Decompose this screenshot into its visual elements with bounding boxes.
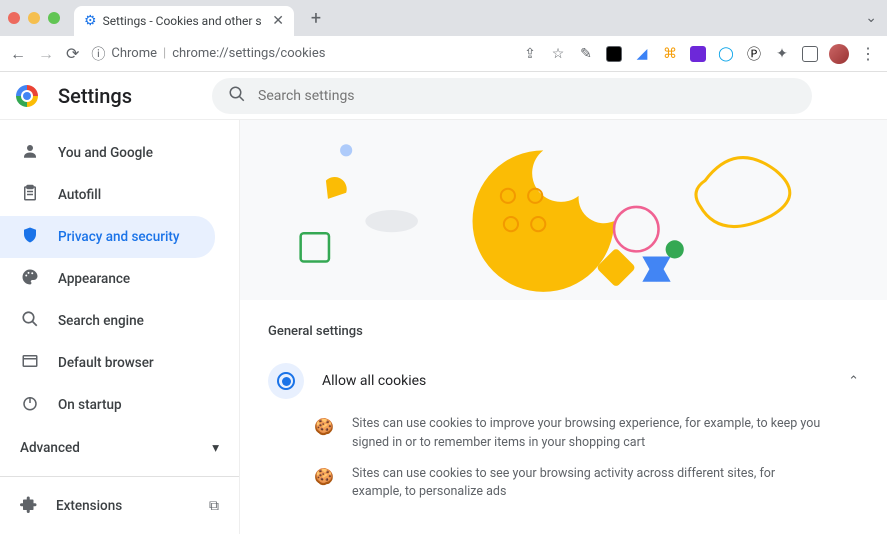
sidebar-item-label: Search engine [58,313,144,329]
new-tab-button[interactable]: + [304,8,328,29]
sidebar-item-label: Appearance [58,271,130,287]
sidebar-item-appearance[interactable]: Appearance [0,258,215,300]
sidebar-item-label: Autofill [58,187,101,203]
palette-icon [20,268,40,290]
search-input[interactable] [258,88,796,104]
settings-header: Settings [0,72,887,120]
sidebar-item-on-startup[interactable]: On startup [0,384,215,426]
radio-description-1: 🍪 Sites can use cookies to improve your … [268,409,859,459]
chevron-down-icon: ▾ [212,440,219,456]
profile-avatar[interactable] [829,44,849,64]
search-icon [228,85,246,107]
tab-title: Settings - Cookies and other s [103,14,267,28]
forward-button[interactable]: → [38,44,54,64]
extension-icon[interactable]: ◯ [717,45,735,63]
maximize-window-button[interactable] [48,12,60,24]
extension-icon[interactable]: ⌘ [661,45,679,63]
reload-button[interactable]: ⟳ [66,44,79,63]
gear-icon: ⚙ [84,13,97,29]
search-container [212,78,812,114]
power-icon [20,394,40,416]
cookie-icon: 🍪 [314,465,334,503]
sidebar-item-default-browser[interactable]: Default browser [0,342,215,384]
browser-icon [20,352,40,374]
edit-icon[interactable]: ✎ [577,45,595,63]
extensions-menu-icon[interactable]: ✦ [773,45,791,63]
external-link-icon: ⧉ [209,498,219,514]
extension-icon[interactable] [689,45,707,63]
side-panel-icon[interactable] [801,45,819,63]
sidebar-item-label: Privacy and security [58,229,180,245]
sidebar-item-extensions[interactable]: Extensions ⧉ [0,483,239,529]
settings-main: General settings Allow all cookies ⌃ 🍪 S… [240,120,887,534]
kebab-menu-icon[interactable]: ⋮ [859,45,877,63]
sidebar-item-label: You and Google [58,145,153,161]
extensions-label: Extensions [56,498,122,514]
chevron-up-icon[interactable]: ⌃ [848,374,859,389]
radio-button-selected[interactable] [268,363,304,399]
person-icon [20,142,40,164]
page-title: Settings [58,84,132,108]
extension-icon[interactable]: Ⓟ [745,45,763,63]
browser-tab-bar: ⚙ Settings - Cookies and other s ✕ + ⌄ [0,0,887,36]
puzzle-icon [20,495,38,517]
minimize-window-button[interactable] [28,12,40,24]
hero-illustration [240,120,887,300]
radio-description-2: 🍪 Sites can use cookies to see your brow… [268,459,859,509]
sidebar-item-you-and-google[interactable]: You and Google [0,132,215,174]
site-info-icon: ⓘ [91,44,105,64]
back-button[interactable]: ← [10,44,26,64]
radio-label: Allow all cookies [322,373,830,389]
sidebar-item-label: On startup [58,397,122,413]
sidebar-item-label: Default browser [58,355,154,371]
chevron-down-icon[interactable]: ⌄ [865,10,877,26]
window-controls [8,12,60,24]
section-title: General settings [268,324,859,339]
search-icon [20,310,40,332]
address-bar[interactable]: ⓘ Chrome | chrome://settings/cookies [91,44,325,64]
chrome-logo-icon [16,85,38,107]
extension-icon[interactable] [605,45,623,63]
cookie-icon: 🍪 [314,415,334,453]
extension-icons: ⇪ ☆ ✎ ◢ ⌘ ◯ Ⓟ ✦ ⋮ [521,44,877,64]
bookmark-icon[interactable]: ☆ [549,45,567,63]
settings-sidebar: You and Google Autofill Privacy and secu… [0,120,240,534]
share-icon[interactable]: ⇪ [521,45,539,63]
browser-toolbar: ← → ⟳ ⓘ Chrome | chrome://settings/cooki… [0,36,887,72]
url-scheme: Chrome [111,46,157,61]
sidebar-item-privacy[interactable]: Privacy and security [0,216,215,258]
browser-tab[interactable]: ⚙ Settings - Cookies and other s ✕ [74,6,294,36]
shield-icon [20,226,40,248]
close-window-button[interactable] [8,12,20,24]
sidebar-item-search-engine[interactable]: Search engine [0,300,215,342]
clipboard-icon [20,184,40,206]
sidebar-item-advanced[interactable]: Advanced ▾ [0,426,239,470]
close-tab-icon[interactable]: ✕ [272,13,284,29]
url-path: chrome://settings/cookies [172,46,325,61]
extension-icon[interactable]: ◢ [633,45,651,63]
sidebar-item-autofill[interactable]: Autofill [0,174,215,216]
radio-allow-all-cookies[interactable]: Allow all cookies ⌃ [268,353,859,409]
advanced-label: Advanced [20,440,80,456]
